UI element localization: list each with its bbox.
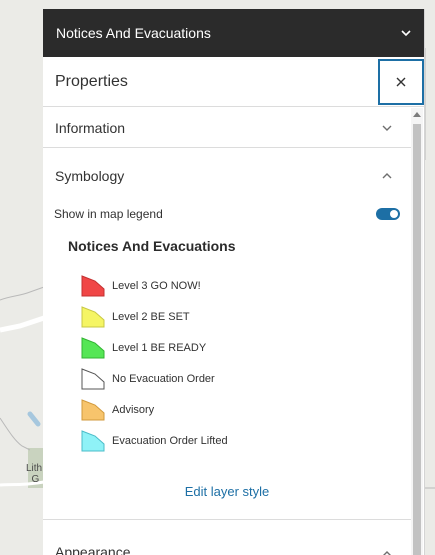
chevron-down-icon <box>381 122 393 134</box>
layer-header[interactable]: Notices And Evacuations <box>43 9 424 57</box>
scrollbar-thumb[interactable] <box>413 124 421 555</box>
legend-item-label: Level 1 BE READY <box>112 341 207 354</box>
section-symbology: Symbology Show in map legend Notices And… <box>43 148 411 520</box>
section-symbology-label: Symbology <box>55 167 125 184</box>
road <box>0 315 45 333</box>
legend-list: Level 3 GO NOW! Level 2 BE SET Level 1 B… <box>43 270 411 456</box>
edit-layer-style-label[interactable]: Edit layer style <box>185 484 270 499</box>
legend-item: No Evacuation Order <box>81 363 411 394</box>
legend-title: Notices And Evacuations <box>68 238 236 254</box>
switch-knob <box>390 210 398 218</box>
scroll-up-arrow-icon[interactable] <box>413 112 421 117</box>
legend-item-label: Level 3 GO NOW! <box>112 279 201 292</box>
water <box>27 411 41 427</box>
close-button[interactable] <box>378 59 424 105</box>
legend-item: Evacuation Order Lifted <box>81 425 411 456</box>
properties-header: Properties <box>43 57 424 107</box>
legend-item-label: Advisory <box>112 403 155 416</box>
legend-item-label: No Evacuation Order <box>112 372 215 385</box>
show-in-legend-row: Show in map legend <box>43 203 411 225</box>
map-place-label: Lith G <box>26 463 43 485</box>
chevron-up-icon <box>381 548 393 555</box>
polygon-swatch-icon <box>81 398 105 420</box>
section-information[interactable]: Information <box>43 108 411 148</box>
legend-item: Advisory <box>81 394 411 425</box>
polygon-swatch-icon <box>81 336 105 358</box>
legend-item: Level 1 BE READY <box>81 332 411 363</box>
section-symbology-header[interactable]: Symbology <box>43 148 411 203</box>
chevron-up-icon <box>381 170 393 182</box>
road-minor <box>0 286 45 301</box>
layer-properties-panel: Notices And Evacuations Properties Infor… <box>43 9 425 555</box>
legend-item: Level 2 BE SET <box>81 301 411 332</box>
legend-item-label: Level 2 BE SET <box>112 310 190 323</box>
show-in-legend-switch[interactable] <box>376 208 400 220</box>
scrollbar[interactable] <box>411 108 423 555</box>
polygon-swatch-icon <box>81 274 105 296</box>
polygon-swatch-icon <box>81 429 105 451</box>
layer-title: Notices And Evacuations <box>56 25 211 41</box>
show-in-legend-label: Show in map legend <box>54 207 163 221</box>
properties-content: Information Symbology Show in map legend… <box>43 108 411 555</box>
close-icon <box>396 77 406 87</box>
polygon-swatch-icon <box>81 367 105 389</box>
polygon-swatch-icon <box>81 305 105 327</box>
section-appearance[interactable]: Appearance <box>43 520 411 555</box>
road-minor-2 <box>0 417 31 451</box>
legend-item: Level 3 GO NOW! <box>81 270 411 301</box>
section-information-label: Information <box>55 119 126 136</box>
chevron-down-icon[interactable] <box>400 27 412 39</box>
edit-layer-style-link[interactable]: Edit layer style <box>43 484 411 499</box>
legend-item-label: Evacuation Order Lifted <box>112 434 228 447</box>
properties-title: Properties <box>55 72 128 90</box>
section-appearance-label: Appearance <box>55 544 131 555</box>
